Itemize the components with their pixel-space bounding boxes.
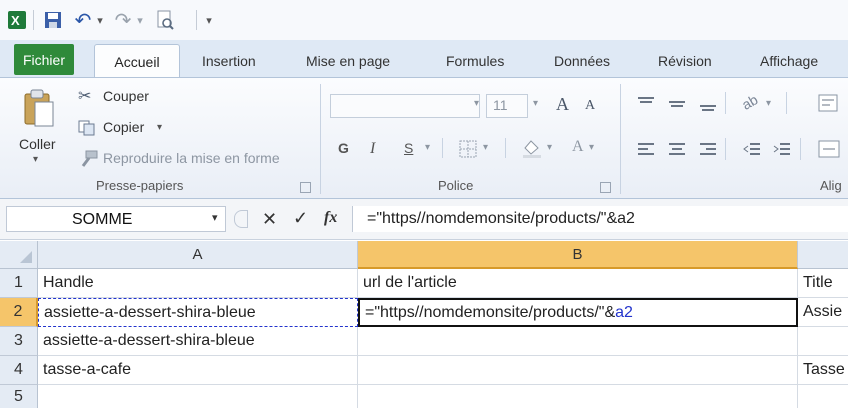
cell-b3[interactable] (358, 327, 798, 356)
cell-c4[interactable]: Tasse (798, 356, 848, 385)
italic-button[interactable]: I (370, 140, 375, 158)
bold-button[interactable]: G (338, 140, 349, 156)
cell-c5[interactable] (798, 385, 848, 408)
font-name-combo[interactable] (330, 94, 480, 118)
quick-access-toolbar: X ↶ ▾ ↷ ▾ ▾ (0, 0, 848, 41)
formula-input[interactable]: ="https//nomdemonsite/products/"&a2 (352, 206, 848, 232)
name-box-dropdown-icon[interactable]: ▾ (212, 211, 218, 224)
align-bottom-icon[interactable] (698, 96, 718, 117)
column-header-a[interactable]: A (38, 241, 358, 269)
align-left-icon[interactable] (636, 142, 656, 163)
clipboard-group-label: Presse-papiers (96, 178, 184, 193)
grow-font-icon[interactable]: A (556, 94, 569, 115)
increase-indent-icon[interactable] (772, 142, 792, 163)
wrap-text-icon[interactable] (818, 94, 838, 117)
cell-a2-referenced[interactable]: assiette-a-dessert-shira-bleue (38, 298, 358, 327)
tab-review[interactable]: Révision (658, 53, 712, 69)
shrink-font-icon[interactable]: A (585, 98, 595, 114)
paste-dropdown-icon[interactable]: ▾ (33, 154, 38, 165)
cell-a5[interactable] (38, 385, 358, 408)
cell-a3[interactable]: assiette-a-dessert-shira-bleue (38, 327, 358, 356)
tab-data[interactable]: Données (554, 53, 610, 69)
cell-b2-active[interactable]: ="https//nomdemonsite/products/"&a2 (358, 298, 798, 327)
decrease-indent-icon[interactable] (742, 142, 762, 163)
svg-text:X: X (11, 13, 20, 28)
tab-file[interactable]: Fichier (14, 44, 74, 75)
copy-button[interactable]: Copier (103, 119, 144, 135)
format-painter-icon[interactable] (78, 150, 98, 173)
select-all-button[interactable] (0, 241, 38, 269)
font-size-value: 11 (493, 97, 508, 113)
save-icon[interactable] (42, 9, 64, 31)
cut-icon[interactable]: ✂ (78, 86, 91, 106)
row-header-5[interactable]: 5 (0, 385, 38, 408)
fill-color-icon[interactable] (521, 138, 543, 163)
tab-formulas[interactable]: Formules (446, 53, 504, 69)
align-middle-icon[interactable] (667, 96, 687, 117)
borders-dropdown-icon[interactable]: ▾ (483, 142, 488, 153)
paste-icon[interactable] (22, 88, 56, 133)
align-top-icon[interactable] (636, 96, 656, 117)
ribbon-home: Coller ▾ ✂ Couper Copier ▾ Reproduire la… (0, 77, 848, 199)
format-painter-button[interactable]: Reproduire la mise en forme (103, 150, 280, 166)
tab-view[interactable]: Affichage (760, 53, 818, 69)
cell-b2-reference: a2 (615, 304, 633, 321)
orientation-dropdown-icon[interactable]: ▾ (766, 98, 771, 109)
copy-dropdown-icon[interactable]: ▾ (157, 122, 162, 133)
undo-icon[interactable]: ↶ (72, 9, 94, 32)
cut-button[interactable]: Couper (103, 88, 149, 104)
cell-c2[interactable]: Assie (798, 298, 848, 327)
cell-b2-formula-text: ="https//nomdemonsite/products/"& (365, 304, 616, 321)
tab-home[interactable]: Accueil (94, 44, 180, 78)
cell-b5[interactable] (358, 385, 798, 408)
column-header-c[interactable] (798, 241, 848, 269)
row-header-1[interactable]: 1 (0, 269, 38, 298)
font-launcher-icon[interactable] (600, 182, 611, 193)
cell-a1[interactable]: Handle (38, 269, 358, 298)
excel-logo-icon: X (6, 9, 28, 31)
clipboard-launcher-icon[interactable] (300, 182, 311, 193)
cell-b4[interactable] (358, 356, 798, 385)
undo-dropdown-icon[interactable]: ▾ (94, 9, 106, 31)
paste-button[interactable]: Coller (19, 136, 56, 152)
fill-color-dropdown-icon[interactable]: ▾ (547, 142, 552, 153)
customize-toolbar-icon[interactable]: ▾ (202, 9, 216, 31)
underline-button[interactable]: S (404, 140, 413, 156)
redo-dropdown-icon[interactable]: ▾ (134, 9, 146, 31)
cell-c1[interactable]: Title (798, 269, 848, 298)
name-box-value: SOMME (72, 211, 133, 228)
tab-insert[interactable]: Insertion (202, 53, 256, 69)
font-color-dropdown-icon[interactable]: ▾ (589, 142, 594, 153)
align-right-icon[interactable] (698, 142, 718, 163)
enter-icon[interactable]: ✓ (293, 208, 308, 229)
merge-center-icon[interactable] (818, 140, 840, 163)
cell-b1[interactable]: url de l'article (358, 269, 798, 298)
tab-page-layout[interactable]: Mise en page (306, 53, 390, 69)
row-header-3[interactable]: 3 (0, 327, 38, 356)
borders-icon[interactable] (459, 140, 477, 163)
print-preview-icon[interactable] (152, 9, 178, 31)
font-group-label: Police (438, 178, 474, 193)
redo-icon[interactable]: ↷ (112, 9, 134, 32)
insert-function-icon[interactable]: fx (324, 209, 337, 227)
row-header-4[interactable]: 4 (0, 356, 38, 385)
orientation-icon[interactable]: ab (739, 91, 760, 113)
column-header-b[interactable]: B (358, 241, 798, 269)
cancel-icon[interactable]: ✕ (262, 209, 277, 230)
copy-icon[interactable] (78, 120, 96, 141)
cell-a4[interactable]: tasse-a-cafe (38, 356, 358, 385)
formula-bar-resize-handle[interactable] (234, 210, 248, 228)
align-center-icon[interactable] (667, 142, 687, 163)
alignment-group-label: Alig (820, 178, 842, 193)
font-size-dropdown-icon[interactable]: ▾ (533, 98, 538, 109)
font-color-icon[interactable]: A (572, 138, 584, 156)
font-name-dropdown-icon[interactable]: ▾ (474, 98, 479, 109)
row-header-2[interactable]: 2 (0, 298, 38, 327)
cell-c3[interactable] (798, 327, 848, 356)
underline-dropdown-icon[interactable]: ▾ (425, 142, 430, 153)
